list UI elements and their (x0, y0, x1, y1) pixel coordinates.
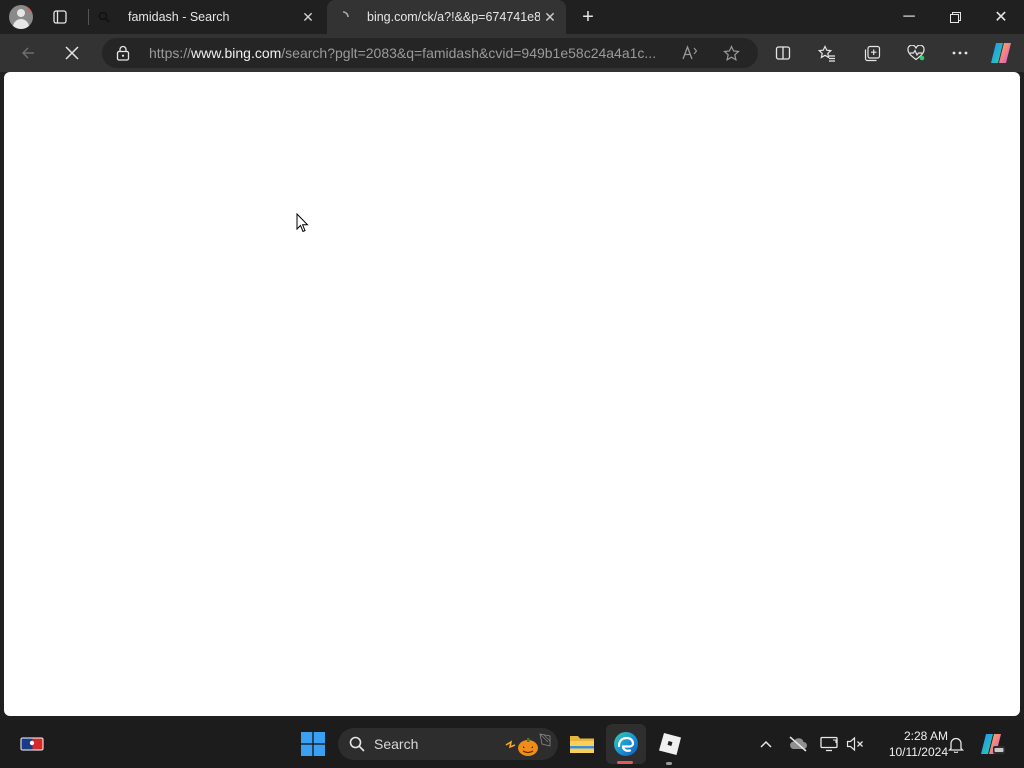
url-domain: www.bing.com (191, 45, 282, 61)
edge-browser-icon[interactable] (606, 724, 646, 764)
favorite-star-icon[interactable] (721, 43, 741, 63)
search-label: Search (374, 736, 419, 752)
browser-essentials-button[interactable] (901, 38, 931, 68)
mouse-pointer-icon (296, 212, 310, 239)
halloween-pumpkin-icon (505, 733, 551, 756)
url-path: /search?pglt=2083&q=famidash&cvid=949b1e… (281, 45, 657, 61)
stop-loading-button[interactable] (57, 38, 87, 68)
profile-avatar-icon[interactable] (9, 5, 33, 29)
url-protocol: https:// (149, 45, 192, 61)
settings-and-more-button[interactable] (945, 38, 975, 68)
back-button[interactable] (13, 38, 43, 68)
read-aloud-icon[interactable] (680, 43, 700, 63)
windows-logo-icon (301, 732, 325, 756)
edge-active-indicator (617, 761, 633, 764)
new-tab-button[interactable]: + (576, 5, 600, 29)
restore-button[interactable] (932, 0, 978, 34)
taskbar-search-box[interactable]: Search (338, 728, 558, 760)
favorites-list-icon (818, 44, 835, 62)
back-arrow-icon (21, 47, 34, 59)
navigation-toolbar: https://www.bing.com/search?pglt=2083&q=… (0, 34, 1024, 72)
address-bar[interactable]: https://www.bing.com/search?pglt=2083&q=… (102, 38, 758, 68)
close-window-button[interactable]: ✕ (978, 0, 1024, 34)
title-bar: famidash - Search ✕ bing.com/ck/a?!&&p=6… (0, 0, 1024, 34)
collections-icon (864, 45, 880, 61)
mlb-widget-icon[interactable] (12, 724, 52, 764)
split-screen-icon (775, 46, 791, 60)
start-button[interactable] (293, 724, 333, 764)
tab-famidash-search[interactable]: famidash - Search ✕ (88, 0, 324, 34)
page-content-blank[interactable] (4, 72, 1020, 716)
minimize-button[interactable]: ─ (886, 0, 932, 34)
favorites-button[interactable] (812, 38, 842, 68)
tab-title: bing.com/ck/a?!&&p=674741e81 (367, 10, 540, 24)
tab-title: famidash - Search (128, 10, 230, 24)
copilot-button[interactable] (986, 38, 1016, 68)
restore-icon (949, 11, 961, 23)
collections-button[interactable] (857, 38, 887, 68)
split-screen-button[interactable] (768, 38, 798, 68)
heartbeat-icon (907, 45, 925, 61)
search-icon (349, 736, 365, 752)
tab-bing-redirect[interactable]: bing.com/ck/a?!&&p=674741e81 ✕ (327, 0, 566, 34)
tab-close-icon[interactable]: ✕ (540, 7, 560, 27)
copilot-taskbar-icon[interactable] (972, 724, 1012, 764)
search-favicon-icon (96, 9, 112, 25)
loading-spinner-icon (335, 9, 351, 25)
stop-icon (65, 46, 79, 60)
taskbar: Search 2:28 AM 10/11/2024 (0, 720, 1024, 768)
roblox-running-indicator (666, 762, 672, 765)
roblox-icon[interactable] (650, 724, 690, 764)
tab-close-icon[interactable]: ✕ (298, 7, 318, 27)
copilot-icon (991, 43, 1011, 63)
lock-icon[interactable] (116, 45, 130, 66)
volume-muted-icon[interactable] (835, 724, 875, 764)
url-text[interactable]: https://www.bing.com/search?pglt=2083&q=… (149, 45, 656, 61)
tab-actions-menu-icon[interactable] (47, 6, 73, 28)
more-dots-icon (952, 51, 968, 55)
file-explorer-icon[interactable] (562, 724, 602, 764)
notifications-bell-icon[interactable] (936, 724, 976, 764)
